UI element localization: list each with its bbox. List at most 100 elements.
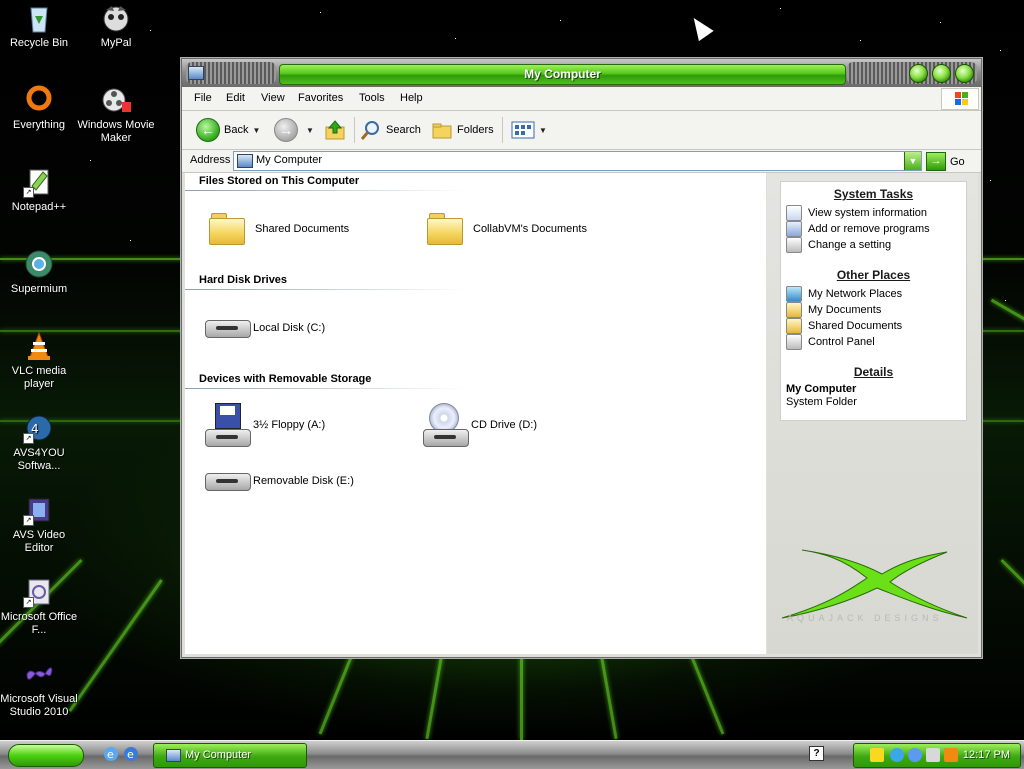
film-strip-icon: ↗	[23, 494, 55, 526]
desktop-icon-everything[interactable]: Everything	[0, 84, 78, 132]
floppy-a-item[interactable]: 3½ Floppy (A:)	[201, 403, 325, 447]
my-documents-link[interactable]: My Documents	[786, 302, 881, 318]
folders-button[interactable]: Folders	[431, 119, 494, 141]
clock[interactable]: 12:17 PM	[963, 749, 1010, 761]
floppy-drive-icon	[201, 403, 251, 447]
network-icon[interactable]	[890, 748, 904, 762]
network-places-icon	[786, 286, 802, 302]
address-input[interactable]: My Computer ▼	[233, 151, 922, 171]
removable-disk-icon	[201, 459, 251, 503]
details-header[interactable]: Details	[781, 365, 966, 379]
content-pane: Files Stored on This Computer Shared Doc…	[185, 173, 766, 654]
menu-help[interactable]: Help	[400, 92, 423, 104]
system-info-icon	[786, 205, 802, 221]
menu-edit[interactable]: Edit	[226, 92, 245, 104]
place-link-label: My Network Places	[808, 288, 903, 300]
go-arrow-icon: →	[926, 152, 946, 171]
cd-drive-icon	[419, 403, 469, 447]
desktop-icon-label: Recycle Bin	[9, 37, 69, 49]
section-divider	[185, 190, 465, 191]
details-name: My Computer	[786, 383, 857, 395]
shared-documents-link[interactable]: Shared Documents	[786, 318, 902, 334]
minimize-button[interactable]	[909, 64, 928, 83]
desktop-icon-label: AVS4YOU Softwa...	[13, 447, 65, 472]
security-shield-icon[interactable]	[870, 748, 884, 762]
notepad-plus-plus-icon: ↗	[23, 166, 55, 198]
start-button[interactable]	[8, 744, 84, 767]
address-value: My Computer	[256, 154, 323, 166]
mypal-icon	[100, 2, 132, 34]
desktop-icon-visual-studio[interactable]: Microsoft Visual Studio 2010	[0, 658, 78, 719]
item-label: CD Drive (D:)	[471, 419, 537, 431]
desktop-icon-label: MyPal	[100, 37, 132, 49]
back-label: Back	[224, 124, 249, 136]
up-folder-icon	[325, 120, 345, 140]
collabvm-documents-item[interactable]: CollabVM's Documents	[421, 207, 587, 251]
add-remove-programs-link[interactable]: Add or remove programs	[786, 221, 930, 237]
desktop-icon-avs4you[interactable]: 4 ↗ AVS4YOU Softwa...	[0, 412, 78, 473]
browser-quicklaunch-icon[interactable]: e	[123, 746, 139, 762]
menu-view[interactable]: View	[261, 92, 285, 104]
title-bar[interactable]: My Computer	[182, 59, 981, 87]
help-icon[interactable]: ?	[809, 746, 824, 761]
back-dropdown-icon[interactable]: ▼	[252, 126, 260, 135]
details-type: System Folder	[786, 396, 857, 408]
removable-disk-e-item[interactable]: Removable Disk (E:)	[201, 459, 354, 503]
desktop-icon-notepad-plus-plus[interactable]: ↗ Notepad++	[0, 166, 78, 214]
visual-studio-icon	[23, 658, 55, 690]
desktop-icon-windows-movie-maker[interactable]: Windows Movie Maker	[77, 84, 155, 145]
desktop-icon-mypal[interactable]: MyPal	[77, 2, 155, 50]
desktop-icon-label: Microsoft Office F...	[0, 611, 78, 636]
desktop-icon-avs-video-editor[interactable]: ↗ AVS Video Editor	[0, 494, 78, 555]
section-title: Files Stored on This Computer	[199, 175, 360, 187]
forward-arrow-icon: →	[274, 118, 298, 142]
search-button[interactable]: Search	[360, 119, 421, 141]
go-button[interactable]: → Go	[926, 152, 965, 171]
folder-icon	[421, 207, 469, 251]
info-icon[interactable]	[908, 748, 922, 762]
cd-drive-d-item[interactable]: CD Drive (D:)	[419, 403, 537, 447]
shared-documents-item[interactable]: Shared Documents	[203, 207, 349, 251]
menu-tools[interactable]: Tools	[359, 92, 385, 104]
vlc-cone-icon	[23, 330, 55, 362]
desktop-icon-recycle-bin[interactable]: Recycle Bin	[0, 2, 78, 50]
forward-dropdown-icon[interactable]: ▼	[306, 126, 314, 135]
internet-explorer-icon[interactable]: e	[103, 746, 119, 762]
close-button[interactable]	[955, 64, 974, 83]
my-network-places-link[interactable]: My Network Places	[786, 286, 902, 302]
address-dropdown-icon[interactable]: ▼	[904, 152, 921, 170]
desktop-icon-vlc[interactable]: VLC media player	[0, 330, 78, 391]
search-tray-icon[interactable]	[944, 748, 958, 762]
other-places-header[interactable]: Other Places	[781, 268, 966, 282]
desktop-icon-label: Everything	[13, 119, 65, 131]
my-computer-window[interactable]: My Computer File Edit View Favorites Too…	[181, 58, 982, 658]
menu-favorites[interactable]: Favorites	[298, 92, 343, 104]
taskbar-button-my-computer[interactable]: My Computer	[153, 743, 307, 768]
forward-button[interactable]: → ▼	[274, 118, 314, 142]
desktop-icon-supermium[interactable]: Supermium	[0, 248, 78, 296]
change-setting-link[interactable]: Change a setting	[786, 237, 891, 253]
control-panel-icon	[786, 237, 802, 253]
control-panel-icon	[786, 334, 802, 350]
view-system-information-link[interactable]: View system information	[786, 205, 927, 221]
maximize-button[interactable]	[932, 64, 951, 83]
toolbar-separator	[502, 117, 503, 143]
volume-icon[interactable]	[926, 748, 940, 762]
views-dropdown-icon[interactable]: ▼	[539, 126, 547, 135]
my-computer-icon	[166, 749, 181, 762]
toolbar: ← Back ▼ → ▼ Search Folders ▼	[182, 111, 981, 150]
windows-logo-icon	[941, 88, 979, 110]
desktop-icon-label: Microsoft Visual Studio 2010	[0, 693, 78, 718]
svg-text:e: e	[127, 748, 134, 761]
go-label: Go	[950, 155, 965, 168]
local-disk-c-item[interactable]: Local Disk (C:)	[201, 306, 325, 350]
desktop-icon-label: AVS Video Editor	[12, 529, 66, 554]
views-button[interactable]: ▼	[511, 119, 547, 141]
menu-file[interactable]: File	[194, 92, 212, 104]
control-panel-link[interactable]: Control Panel	[786, 334, 875, 350]
desktop-icon-microsoft-office[interactable]: ↗ Microsoft Office F...	[0, 576, 78, 637]
system-tray: 12:17 PM	[853, 743, 1021, 768]
up-folder-button[interactable]	[324, 119, 346, 141]
back-button[interactable]: ← Back ▼	[196, 118, 260, 142]
system-tasks-header[interactable]: System Tasks	[781, 187, 966, 201]
